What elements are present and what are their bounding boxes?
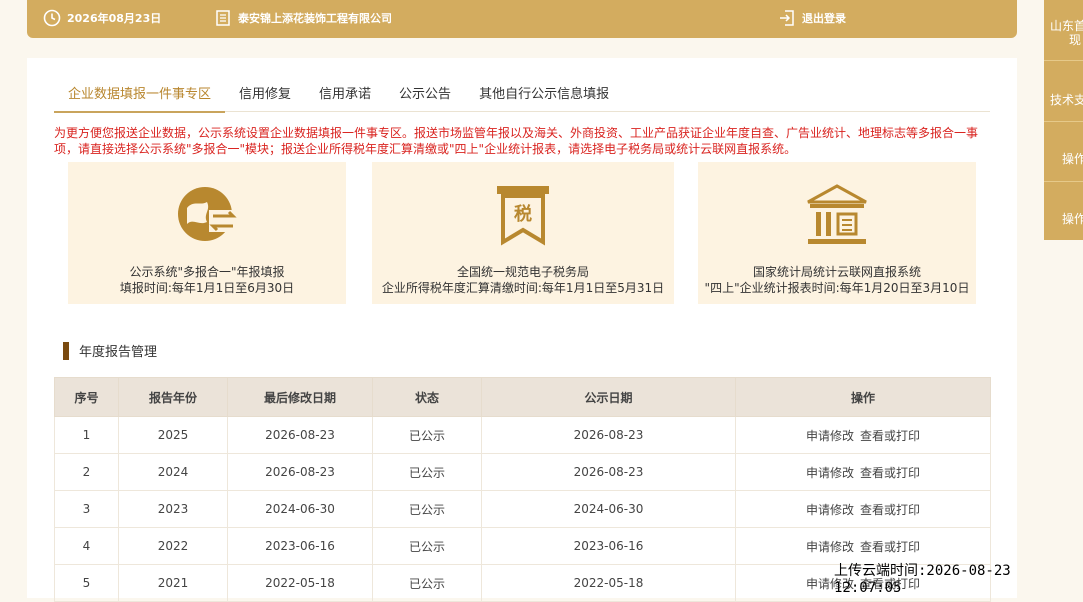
cell-year: 2022	[118, 527, 228, 565]
cell-no: 4	[54, 527, 119, 565]
right-sidebar: 山东首 现 技术支 操作 操作	[1044, 0, 1083, 240]
cell-status: 已公示	[372, 416, 482, 454]
col-header-published: 公示日期	[481, 377, 736, 417]
logout-button[interactable]: 退出登录	[778, 9, 846, 27]
section-heading: 年度报告管理	[63, 341, 157, 360]
main-panel: 企业数据填报一件事专区 信用修复 信用承诺 公示公告 其他自行公示信息填报 为更…	[27, 58, 1017, 602]
company-display: 泰安锦上添花装饰工程有限公司	[214, 9, 392, 27]
cell-no: 2	[54, 453, 119, 491]
date-display: 2026年08月23日	[43, 9, 161, 27]
cell-published: 2026-08-23	[481, 416, 736, 454]
col-header-modified: 最后修改日期	[227, 377, 373, 417]
cell-modified: 2026-08-23	[227, 416, 373, 454]
table-row: 3 2023 2024-06-30 已公示 2024-06-30 申请修改 查看或…	[54, 490, 991, 528]
sidebar-item-tech-support[interactable]: 技术支	[1044, 61, 1083, 122]
tax-icon: 税	[372, 184, 674, 246]
cell-status: 已公示	[372, 564, 482, 602]
table-row: 1 2025 2026-08-23 已公示 2026-08-23 申请修改 查看或…	[54, 416, 991, 454]
col-header-status: 状态	[372, 377, 482, 417]
apply-modify-link[interactable]: 申请修改	[806, 503, 854, 517]
tab-other-info[interactable]: 其他自行公示信息填报	[465, 75, 623, 111]
notice-text: 为更方便您报送企业数据，公示系统设置企业数据填报一件事专区。报送市场监管年报以及…	[54, 126, 979, 156]
col-header-year: 报告年份	[118, 377, 228, 417]
table-row: 4 2022 2023-06-16 已公示 2023-06-16 申请修改 查看或…	[54, 527, 991, 565]
sidebar-item-operation-2[interactable]: 操作	[1044, 181, 1083, 240]
company-name: 泰安锦上添花装饰工程有限公司	[238, 12, 392, 25]
card-subtitle: 企业所得税年度汇算清缴时间:每年1月1日至5月31日	[381, 281, 665, 295]
apply-modify-link[interactable]: 申请修改	[806, 429, 854, 443]
cell-status: 已公示	[372, 490, 482, 528]
section-title: 年度报告管理	[79, 345, 158, 360]
col-header-actions: 操作	[735, 377, 991, 417]
cell-no: 1	[54, 416, 119, 454]
cell-year: 2021	[118, 564, 228, 602]
card-title: 国家统计局统计云联网直报系统	[752, 265, 921, 279]
cell-year: 2023	[118, 490, 228, 528]
view-print-link[interactable]: 查看或打印	[860, 503, 920, 517]
cell-actions: 申请修改 查看或打印	[735, 453, 991, 491]
cell-actions: 申请修改 查看或打印	[735, 416, 991, 454]
logout-icon	[778, 9, 796, 27]
cell-published: 2026-08-23	[481, 453, 736, 491]
sidebar-item-operation-1[interactable]: 操作	[1044, 121, 1083, 182]
table-row: 2 2024 2026-08-23 已公示 2026-08-23 申请修改 查看或…	[54, 453, 991, 491]
tab-announcement[interactable]: 公示公告	[385, 75, 465, 111]
cell-year: 2025	[118, 416, 228, 454]
cell-modified: 2024-06-30	[227, 490, 373, 528]
card-annual-report[interactable]: 公示系统"多报合一"年报填报 填报时间:每年1月1日至6月30日	[68, 162, 346, 304]
cell-status: 已公示	[372, 527, 482, 565]
cell-actions: 申请修改 查看或打印	[735, 490, 991, 528]
logout-label: 退出登录	[802, 12, 846, 25]
clock-icon	[43, 9, 61, 27]
apply-modify-link[interactable]: 申请修改	[806, 466, 854, 480]
section-marker	[63, 341, 69, 360]
bank-building-icon	[698, 184, 976, 246]
card-title: 全国统一规范电子税务局	[456, 265, 589, 279]
cell-published: 2024-06-30	[481, 490, 736, 528]
cell-published: 2022-05-18	[481, 564, 736, 602]
view-print-link[interactable]: 查看或打印	[860, 540, 920, 554]
cell-published: 2023-06-16	[481, 527, 736, 565]
view-print-link[interactable]: 查看或打印	[860, 466, 920, 480]
date-text: 2026年08月23日	[67, 12, 162, 25]
tab-credit-repair[interactable]: 信用修复	[225, 75, 305, 111]
cell-no: 5	[54, 564, 119, 602]
cell-modified: 2023-06-16	[227, 527, 373, 565]
cell-actions: 申请修改 查看或打印	[735, 527, 991, 565]
card-title: 公示系统"多报合一"年报填报	[129, 265, 285, 279]
svg-text:税: 税	[514, 203, 532, 225]
col-header-no: 序号	[54, 377, 119, 417]
globe-exchange-icon	[68, 184, 346, 244]
card-subtitle: 填报时间:每年1月1日至6月30日	[119, 281, 295, 295]
card-tax-bureau[interactable]: 税 全国统一规范电子税务局 企业所得税年度汇算清缴时间:每年1月1日至5月31日	[372, 162, 674, 304]
cell-year: 2024	[118, 453, 228, 491]
tab-data-report[interactable]: 企业数据填报一件事专区	[54, 75, 226, 113]
card-statistics[interactable]: 国家统计局统计云联网直报系统 "四上"企业统计报表时间:每年1月20日至3月10…	[698, 162, 976, 304]
card-subtitle: "四上"企业统计报表时间:每年1月20日至3月10日	[704, 281, 970, 295]
cell-modified: 2022-05-18	[227, 564, 373, 602]
sidebar-item-shandong[interactable]: 山东首 现	[1044, 0, 1083, 61]
top-bar: 2026年08月23日 泰安锦上添花装饰工程有限公司 退出登录	[27, 0, 1017, 38]
tab-credit-commitment[interactable]: 信用承诺	[305, 75, 385, 111]
table-header-row: 序号 报告年份 最后修改日期 状态 公示日期 操作	[54, 377, 991, 417]
building-icon	[214, 9, 232, 27]
view-print-link[interactable]: 查看或打印	[860, 429, 920, 443]
apply-modify-link[interactable]: 申请修改	[806, 540, 854, 554]
tab-bar: 企业数据填报一件事专区 信用修复 信用承诺 公示公告 其他自行公示信息填报	[54, 75, 990, 113]
cell-status: 已公示	[372, 453, 482, 491]
cell-no: 3	[54, 490, 119, 528]
upload-timestamp-watermark: 上传云端时间:2026-08-23 12:07:05	[834, 563, 1011, 596]
cell-modified: 2026-08-23	[227, 453, 373, 491]
